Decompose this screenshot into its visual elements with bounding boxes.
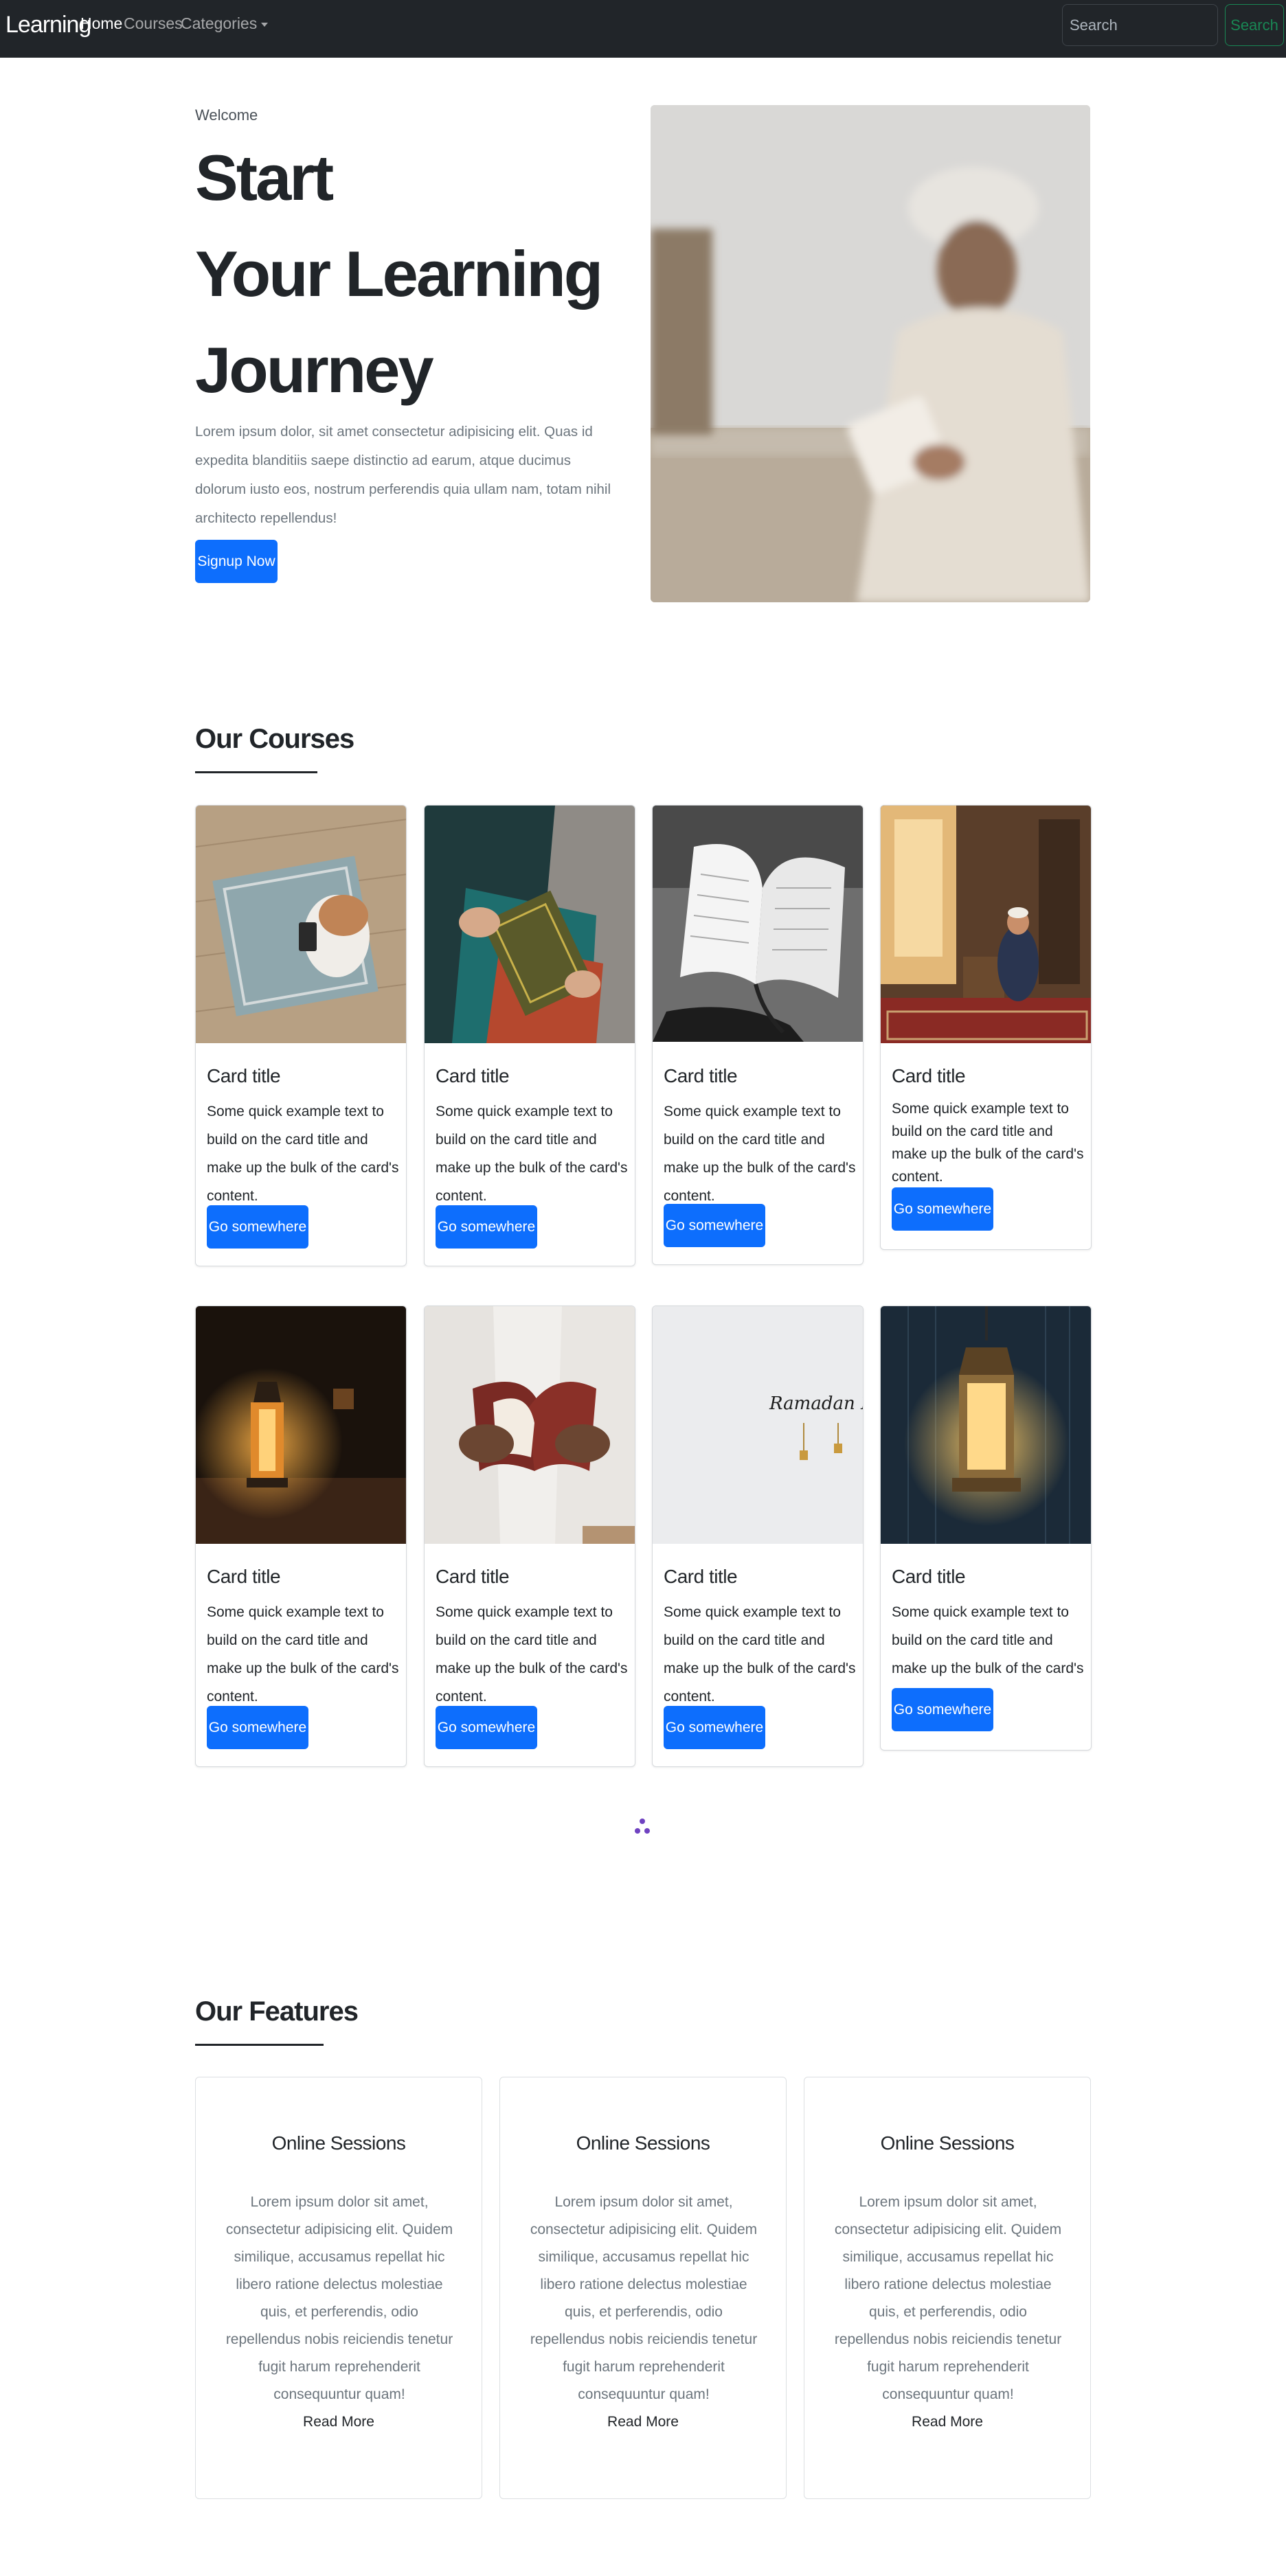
quran-reading-photo (425, 806, 635, 1043)
go-somewhere-button[interactable]: Go somewhere (892, 1187, 993, 1231)
nav-link-courses[interactable]: Courses (124, 14, 183, 33)
chevron-down-icon (261, 22, 269, 27)
glowing-lantern-photo (881, 1306, 1091, 1544)
card-image (425, 1306, 635, 1544)
go-somewhere-button[interactable]: Go somewhere (664, 1204, 765, 1247)
go-somewhere-button[interactable]: Go somewhere (207, 1706, 308, 1749)
course-card: Card title Some quick example text to bu… (652, 805, 864, 1265)
card-text: Some quick example text to build on the … (664, 1104, 856, 1204)
card-text: Some quick example text to build on the … (892, 1101, 1084, 1185)
hero-title-line: Start (195, 141, 334, 214)
go-somewhere-button[interactable]: Go somewhere (892, 1688, 993, 1731)
card-title: Card title (207, 1065, 281, 1086)
feature-card: Online Sessions Lorem ipsum dolor sit am… (195, 2077, 482, 2499)
feature-title: Online Sessions (271, 2132, 406, 2154)
courses-heading: Our Courses (195, 724, 354, 754)
hands-holding-book-photo (425, 1306, 635, 1544)
course-card: Ramadan Mubarak Card title Some quick ex… (652, 1306, 864, 1767)
mosque-prayer-photo (881, 806, 1091, 1043)
card-title: Card title (892, 1566, 966, 1587)
card-image (196, 806, 406, 1043)
card-text: Some quick example text to build on the … (436, 1604, 628, 1705)
course-card: Card title Some quick example text to bu… (424, 1306, 635, 1767)
man-reading-book-photo (651, 105, 1090, 602)
open-book-photo (653, 806, 863, 1042)
feature-card: Online Sessions Lorem ipsum dolor sit am… (499, 2077, 787, 2499)
prayer-rug-photo (196, 806, 406, 1043)
course-card: Card title Some quick example text to bu… (195, 1306, 407, 1767)
card-image (196, 1306, 406, 1544)
course-card: Card title Some quick example text to bu… (880, 805, 1092, 1250)
card-title: Card title (207, 1566, 281, 1587)
ramadan-mubarak-photo: Ramadan Mubarak (653, 1306, 863, 1544)
hero-title-line: Your Learning (195, 238, 603, 310)
search-button[interactable]: Search (1225, 4, 1284, 46)
nav-link-home[interactable]: Home (80, 14, 122, 33)
card-text: Some quick example text to build on the … (207, 1104, 399, 1204)
course-card: Card title Some quick example text to bu… (424, 805, 635, 1266)
go-somewhere-button[interactable]: Go somewhere (436, 1205, 537, 1249)
courses-heading-underline (195, 771, 317, 773)
nav-link-categories[interactable]: Categories (181, 14, 269, 33)
read-more-link[interactable]: Read More (196, 2414, 482, 2430)
navbar: Learning Home Courses Categories Search (0, 0, 1286, 58)
course-card: Card title Some quick example text to bu… (880, 1306, 1092, 1751)
card-text: Some quick example text to build on the … (436, 1104, 628, 1204)
go-somewhere-button[interactable]: Go somewhere (436, 1706, 537, 1749)
loading-spinner-icon (632, 1816, 653, 1843)
card-title: Card title (664, 1065, 738, 1086)
nav-link-categories-label: Categories (181, 14, 258, 32)
go-somewhere-button[interactable]: Go somewhere (664, 1706, 765, 1749)
hero-description: Lorem ipsum dolor, sit amet consectetur … (195, 424, 611, 526)
card-image (881, 806, 1091, 1043)
features-heading: Our Features (195, 1996, 359, 2027)
card-text: Some quick example text to build on the … (664, 1604, 856, 1705)
card-image (425, 806, 635, 1043)
lantern-photo (196, 1306, 406, 1544)
go-somewhere-button[interactable]: Go somewhere (207, 1205, 308, 1249)
features-heading-underline (195, 2044, 324, 2046)
feature-text: Lorem ipsum dolor sit amet, consectetur … (530, 2194, 758, 2402)
hero-image (651, 105, 1090, 602)
card-image (881, 1306, 1091, 1544)
read-more-link[interactable]: Read More (804, 2414, 1090, 2430)
read-more-link[interactable]: Read More (500, 2414, 786, 2430)
feature-title: Online Sessions (576, 2132, 710, 2154)
card-text: Some quick example text to build on the … (207, 1604, 399, 1705)
search-input[interactable] (1062, 4, 1218, 46)
card-image: Ramadan Mubarak (653, 1306, 863, 1544)
card-title: Card title (664, 1566, 738, 1587)
feature-card: Online Sessions Lorem ipsum dolor sit am… (804, 2077, 1091, 2499)
ramadan-mubarak-caption: Ramadan Mubarak (769, 1393, 863, 1414)
card-title: Card title (436, 1566, 510, 1587)
feature-text: Lorem ipsum dolor sit amet, consectetur … (834, 2194, 1062, 2402)
hero-title-line: Journey (195, 334, 434, 406)
signup-button[interactable]: Signup Now (195, 540, 278, 583)
feature-text: Lorem ipsum dolor sit amet, consectetur … (225, 2194, 453, 2402)
card-title: Card title (892, 1065, 966, 1086)
course-card: Card title Some quick example text to bu… (195, 805, 407, 1266)
brand-logo[interactable]: Learning (5, 12, 91, 38)
card-title: Card title (436, 1065, 510, 1086)
card-image (653, 806, 863, 1042)
feature-title: Online Sessions (880, 2132, 1015, 2154)
hero-eyebrow: Welcome (195, 106, 258, 124)
